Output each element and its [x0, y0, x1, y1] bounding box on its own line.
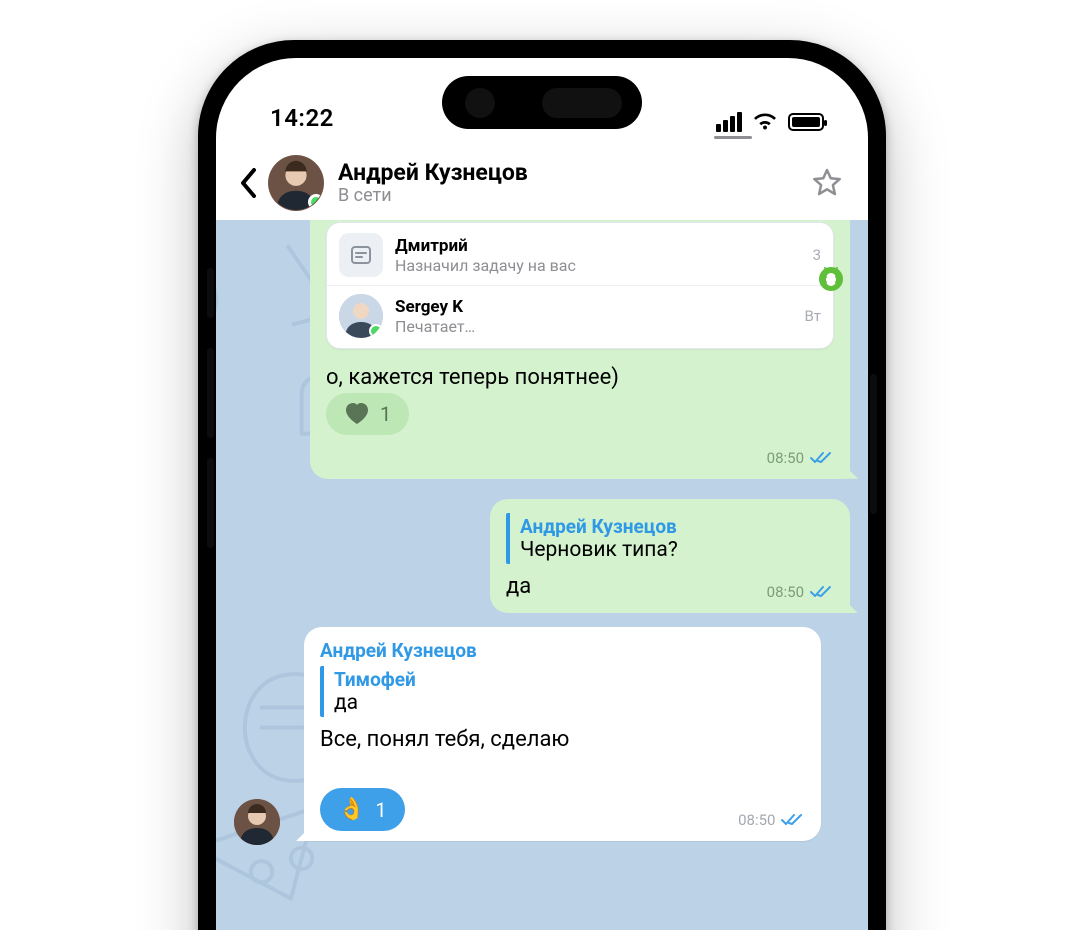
sender-avatar[interactable] [234, 799, 280, 845]
message-text: Все, понял тебя, сделаю [320, 725, 805, 755]
dynamic-island [442, 76, 642, 129]
reply-quote[interactable]: Тимофей да [320, 666, 805, 717]
message-incoming[interactable]: Андрей Кузнецов Тимофей да Все, понял те… [304, 627, 821, 841]
quote-sender: Тимофей [334, 668, 805, 691]
message-time: 08:50 [767, 583, 804, 601]
embed-sub: Печатает… [395, 317, 792, 336]
reaction-badge[interactable]: 👌 1 [320, 788, 405, 831]
favorite-button[interactable] [806, 162, 848, 204]
battery-icon [788, 113, 824, 131]
read-checks-icon [781, 813, 805, 827]
message-text: да [506, 572, 531, 602]
chat-header: Андрей Кузнецов В сети [216, 146, 868, 220]
contact-status: В сети [338, 185, 806, 206]
embedded-preview: Дмитрий Назначил задачу на вас 3 [326, 222, 834, 349]
wifi-icon [752, 112, 778, 132]
star-icon [811, 167, 843, 199]
quote-text: да [334, 691, 805, 715]
chevron-left-icon [239, 168, 257, 198]
message-time: 08:50 [738, 811, 775, 829]
chat-body[interactable]: Дмитрий Назначил задачу на вас 3 [216, 220, 868, 930]
cellular-icon [716, 112, 742, 132]
reaction-count: 1 [380, 402, 391, 426]
embed-name: Sergey K [395, 297, 792, 317]
back-button[interactable] [230, 161, 266, 205]
quote-text: Черновик типа? [520, 538, 834, 562]
message-outgoing[interactable]: Андрей Кузнецов Черновик типа? да 08:50 [490, 499, 850, 614]
embed-row: Sergey K Печатает… Вт [327, 285, 833, 346]
quote-sender: Андрей Кузнецов [520, 515, 834, 538]
phone-frame: 14:22 Андрей Кузнецов В сети [198, 40, 886, 930]
message-outgoing[interactable]: Дмитрий Назначил задачу на вас 3 [310, 220, 850, 479]
reaction-count: 1 [375, 798, 386, 822]
volume-up [207, 348, 214, 438]
task-icon [339, 233, 383, 277]
message-sender: Андрей Кузнецов [320, 639, 805, 662]
online-indicator [308, 194, 324, 210]
message-time: 08:50 [767, 449, 804, 467]
contact-avatar[interactable] [268, 155, 324, 211]
power-button [870, 374, 877, 514]
mute-switch [207, 268, 214, 318]
status-time: 14:22 [270, 104, 334, 132]
reply-quote[interactable]: Андрей Кузнецов Черновик типа? [506, 513, 834, 564]
read-checks-icon [810, 451, 834, 465]
volume-down [207, 458, 214, 548]
embed-row: Дмитрий Назначил задачу на вас 3 [327, 225, 833, 285]
bug-icon [817, 265, 845, 293]
ok-hand-icon: 👌 [338, 797, 365, 822]
embed-sub: Назначил задачу на вас [395, 256, 801, 275]
reaction-badge[interactable]: 1 [326, 393, 409, 435]
embed-avatar [339, 294, 383, 338]
contact-name: Андрей Кузнецов [338, 159, 806, 186]
read-checks-icon [810, 585, 834, 599]
embed-name: Дмитрий [395, 236, 801, 256]
status-icons [716, 112, 824, 132]
message-text: о, кажется теперь понятнее) [326, 363, 834, 393]
heart-icon [344, 402, 370, 426]
embed-badge: 3 [813, 246, 821, 264]
embed-right: Вт [804, 307, 821, 325]
screen: 14:22 Андрей Кузнецов В сети [216, 58, 868, 930]
